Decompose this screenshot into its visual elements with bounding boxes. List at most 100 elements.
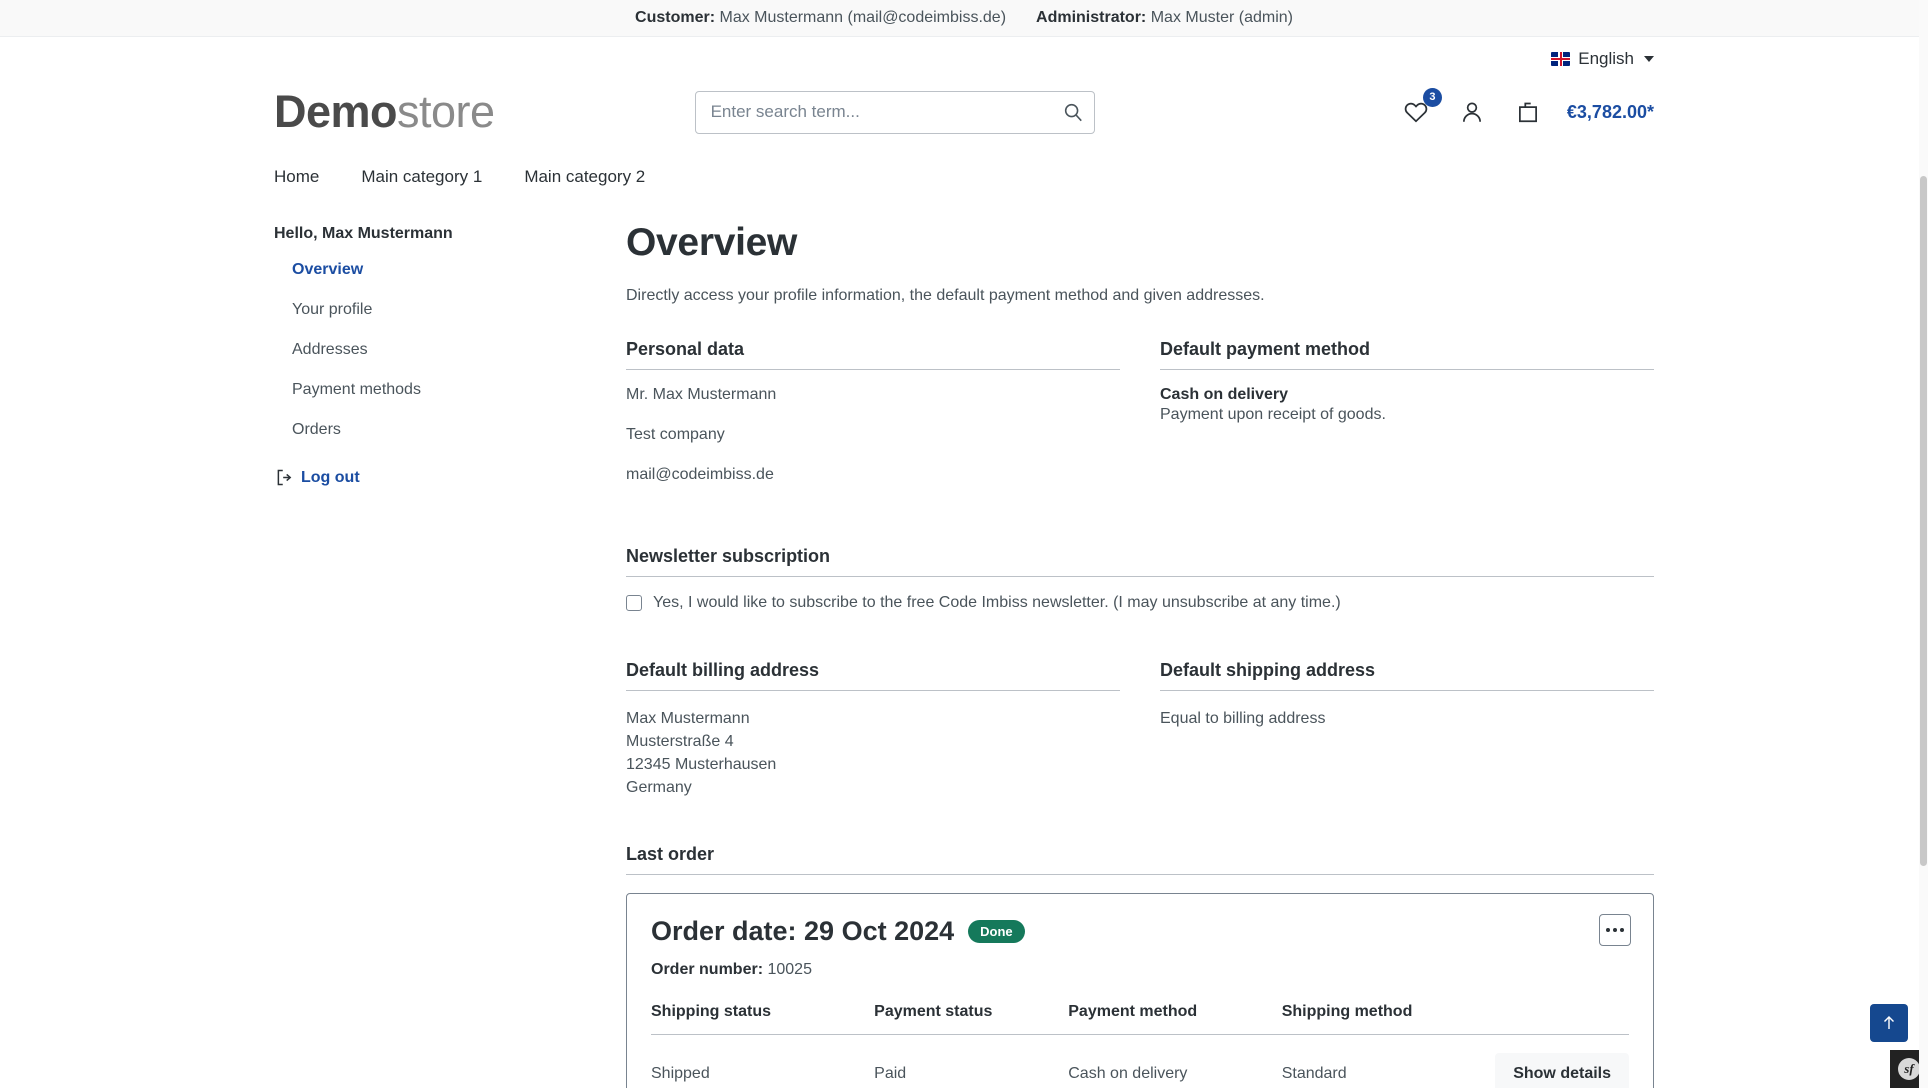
- cart-button[interactable]: [1511, 95, 1545, 129]
- personal-data-company: Test company: [626, 426, 725, 443]
- header-actions: 3 €3,782.00*: [1399, 88, 1654, 129]
- payment-method-name: Cash on delivery: [1160, 386, 1289, 403]
- order-card: Order date: 29 Oct 2024 Done Order numbe…: [626, 892, 1654, 1088]
- order-date: Order date: 29 Oct 2024: [651, 915, 955, 946]
- arrow-up-icon: [1883, 1015, 1895, 1029]
- personal-and-payment-row: Personal data Mr. Max Mustermann Test co…: [626, 339, 1654, 506]
- personal-data-heading: Personal data: [626, 339, 1120, 370]
- admin-bar-administrator-label: Administrator:: [1036, 9, 1147, 26]
- nav-item-main-category-1[interactable]: Main category 1: [361, 167, 482, 187]
- personal-data-name: Mr. Max Mustermann: [626, 386, 777, 403]
- sidebar-item-your-profile[interactable]: Your profile: [274, 295, 626, 325]
- column-header-shipping-method: Shipping method: [1281, 1002, 1496, 1035]
- billing-address-line-2: Musterstraße 4: [626, 732, 734, 750]
- sidebar-item-payment-methods[interactable]: Payment methods: [274, 375, 626, 405]
- cell-actions: Show details: [1495, 1034, 1629, 1088]
- account-sidebar: Hello, Max Mustermann Overview Your prof…: [274, 221, 626, 1088]
- billing-address-section: Default billing address Max Mustermann M…: [626, 660, 1120, 800]
- user-icon: [1462, 102, 1481, 122]
- order-context-menu-button[interactable]: [1599, 913, 1631, 946]
- order-number-row: Order number: 10025: [651, 961, 1629, 979]
- language-row: English: [274, 37, 1654, 71]
- admin-bar-customer-value: Max Mustermann (mail@codeimbiss.de): [719, 9, 1007, 26]
- bag-icon: [1518, 102, 1537, 123]
- ellipsis-icon-dot-3: [1620, 927, 1624, 932]
- cart-total-amount[interactable]: €3,782.00*: [1567, 102, 1654, 123]
- admin-bar-administrator: Administrator: Max Muster (admin): [1036, 9, 1293, 27]
- order-summary-table: Shipping status Payment status Payment m…: [651, 1002, 1629, 1088]
- logout-button[interactable]: Log out: [274, 467, 626, 488]
- uk-flag-icon: [1551, 51, 1571, 66]
- payment-method-description: Payment upon receipt of goods.: [1160, 406, 1386, 423]
- wishlist-button[interactable]: 3: [1399, 88, 1442, 129]
- billing-address-line-1: Max Mustermann: [626, 709, 750, 727]
- account-button[interactable]: [1455, 95, 1489, 129]
- page-scrollbar[interactable]: [1919, 0, 1928, 1088]
- ellipsis-icon-dot-1: [1606, 927, 1610, 932]
- cell-shipping-status: Shipped: [651, 1064, 710, 1082]
- order-number-value: 10025: [767, 960, 812, 978]
- search-icon: [1064, 103, 1082, 122]
- column-header-payment-status: Payment status: [874, 1002, 1069, 1035]
- order-status-badge: Done: [968, 919, 1025, 943]
- cell-shipping-method: Standard: [1281, 1064, 1347, 1082]
- table-row: Shipped Paid Cash on delivery Standard S…: [651, 1034, 1629, 1088]
- search-input[interactable]: [694, 90, 1095, 134]
- addresses-row: Default billing address Max Mustermann M…: [626, 660, 1654, 800]
- last-order-section: Last order Order date: 29 Oct 2024 Done …: [626, 844, 1654, 1088]
- nav-item-main-category-2[interactable]: Main category 2: [524, 167, 645, 187]
- header-main-row: Demostore 3: [274, 71, 1654, 153]
- scroll-to-top-button[interactable]: [1870, 1004, 1908, 1042]
- site-header: English Demostore 3: [0, 37, 1928, 153]
- default-payment-method-section: Default payment method Cash on delivery …: [1160, 339, 1654, 506]
- newsletter-checkbox-label: Yes, I would like to subscribe to the fr…: [653, 594, 1341, 611]
- newsletter-section: Newsletter subscription Yes, I would lik…: [626, 546, 1654, 614]
- page-scrollbar-thumb[interactable]: [1920, 176, 1927, 866]
- search-box: [694, 90, 1095, 134]
- column-header-shipping-status: Shipping status: [651, 1002, 875, 1035]
- personal-data-section: Personal data Mr. Max Mustermann Test co…: [626, 339, 1120, 506]
- newsletter-heading: Newsletter subscription: [626, 546, 1654, 577]
- admin-bar-customer: Customer: Max Mustermann (mail@codeimbis…: [635, 9, 1006, 27]
- shipping-address-heading: Default shipping address: [1160, 660, 1654, 691]
- admin-impersonation-bar: Customer: Max Mustermann (mail@codeimbis…: [0, 0, 1928, 37]
- cell-payment-method: Cash on delivery: [1068, 1064, 1188, 1082]
- page-intro-text: Directly access your profile information…: [626, 287, 1265, 304]
- shipping-address-section: Default shipping address Equal to billin…: [1160, 660, 1654, 800]
- account-content: Overview Directly access your profile in…: [626, 221, 1654, 1088]
- main-navigation: Home Main category 1 Main category 2: [0, 153, 1928, 201]
- order-card-header: Order date: 29 Oct 2024 Done: [651, 916, 1629, 947]
- logout-icon: [277, 469, 292, 486]
- sidebar-item-orders[interactable]: Orders: [274, 415, 626, 445]
- admin-bar-administrator-value: Max Muster (admin): [1150, 9, 1293, 26]
- shipping-address-line-1: Equal to billing address: [1160, 709, 1326, 727]
- column-header-actions: [1495, 1002, 1629, 1035]
- language-label: English: [1578, 48, 1634, 68]
- cell-payment-status: Paid: [874, 1064, 907, 1082]
- sidebar-menu: Overview Your profile Addresses Payment …: [274, 255, 626, 445]
- search-submit-button[interactable]: [1051, 91, 1095, 134]
- nav-item-home[interactable]: Home: [274, 167, 319, 187]
- logout-label: Log out: [301, 468, 360, 486]
- default-payment-method-heading: Default payment method: [1160, 339, 1654, 370]
- sidebar-item-overview[interactable]: Overview: [274, 255, 626, 285]
- admin-bar-customer-label: Customer:: [635, 9, 716, 26]
- newsletter-checkbox[interactable]: [626, 595, 642, 611]
- billing-address-heading: Default billing address: [626, 660, 1120, 691]
- sidebar-greeting: Hello, Max Mustermann: [274, 225, 453, 242]
- personal-data-email: mail@codeimbiss.de: [626, 466, 774, 483]
- newsletter-checkbox-row: Yes, I would like to subscribe to the fr…: [626, 593, 1654, 614]
- order-table-header-row: Shipping status Payment status Payment m…: [651, 1002, 1629, 1035]
- symfony-icon: sf: [1898, 1058, 1920, 1080]
- page-title: Overview: [626, 221, 798, 264]
- show-details-button[interactable]: Show details: [1495, 1052, 1629, 1088]
- last-order-heading: Last order: [626, 844, 1654, 875]
- site-logo[interactable]: Demostore: [274, 86, 495, 138]
- sidebar-item-addresses[interactable]: Addresses: [274, 335, 626, 365]
- billing-address-line-3: 12345 Musterhausen: [626, 756, 777, 774]
- order-number-label: Order number:: [651, 960, 764, 978]
- column-header-payment-method: Payment method: [1068, 1002, 1282, 1035]
- language-switcher[interactable]: English: [1551, 49, 1654, 69]
- logo-light-text: store: [397, 86, 495, 137]
- ellipsis-icon-dot-2: [1613, 927, 1617, 932]
